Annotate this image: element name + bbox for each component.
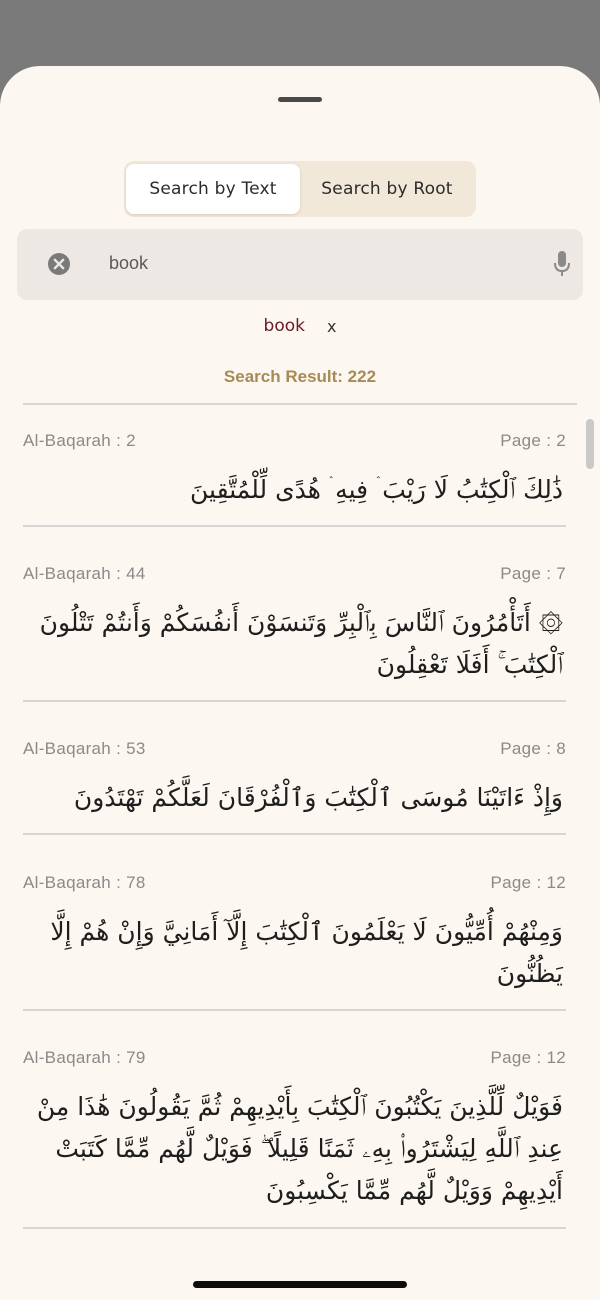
search-mode-segmented-control: Search by Text Search by Root bbox=[124, 161, 476, 217]
verse-reference: Al-Baqarah : 2 bbox=[23, 431, 136, 450]
search-bar: book bbox=[17, 229, 583, 300]
active-filter-chip: book x bbox=[0, 316, 600, 336]
search-input[interactable]: book bbox=[109, 253, 148, 274]
verse-reference: Al-Baqarah : 78 bbox=[23, 873, 146, 892]
verse-reference: Al-Baqarah : 79 bbox=[23, 1048, 146, 1067]
divider bbox=[23, 833, 566, 835]
verse-page: Page : 12 bbox=[490, 873, 566, 892]
verse-text: ذَٰلِكَ ٱلْكِتَٰبُ لَا رَيْبَ ۛ فِيهِ ۛ … bbox=[190, 475, 563, 504]
sheet-grabber-handle[interactable] bbox=[278, 97, 322, 102]
verse-text: فَوَيْلٌ لِّلَّذِينَ يَكْتُبُونَ ٱلْكِتَ… bbox=[36, 1092, 563, 1205]
verse-page: Page : 12 bbox=[490, 1048, 566, 1067]
close-circle-icon[interactable] bbox=[47, 252, 71, 276]
search-sheet: Search by Text Search by Root book book … bbox=[0, 66, 600, 1300]
verse-reference: Al-Baqarah : 44 bbox=[23, 564, 146, 583]
verse-page: Page : 2 bbox=[500, 431, 566, 450]
scrollbar[interactable] bbox=[586, 419, 594, 469]
verse-reference: Al-Baqarah : 53 bbox=[23, 739, 146, 758]
home-indicator[interactable] bbox=[193, 1281, 407, 1288]
verse-meta: Al-Baqarah : 79 Page : 12 bbox=[23, 1048, 566, 1068]
filter-chip-word: book bbox=[263, 316, 305, 336]
divider bbox=[23, 525, 566, 527]
remove-filter-button[interactable]: x bbox=[327, 317, 336, 336]
verse-text: ۞ أَتَأْمُرُونَ ٱلنَّاسَ بِٱلْبِرِّ وَتَ… bbox=[39, 608, 563, 679]
verse-meta: Al-Baqarah : 2 Page : 2 bbox=[23, 431, 566, 451]
tab-search-by-text[interactable]: Search by Text bbox=[126, 164, 300, 214]
divider bbox=[23, 1227, 566, 1229]
verse-page: Page : 8 bbox=[500, 739, 566, 758]
tab-search-by-root[interactable]: Search by Root bbox=[300, 164, 474, 214]
verse-meta: Al-Baqarah : 53 Page : 8 bbox=[23, 739, 566, 759]
search-result-count: Search Result: 222 bbox=[223, 367, 377, 386]
verse-text: وَإِذْ ءَاتَيْنَا مُوسَى ٱلْكِتَٰبَ وَٱل… bbox=[73, 783, 563, 812]
verse-meta: Al-Baqarah : 44 Page : 7 bbox=[23, 564, 566, 584]
verse-text: وَمِنْهُمْ أُمِّيُّونَ لَا يَعْلَمُونَ ٱ… bbox=[50, 917, 563, 988]
verse-meta: Al-Baqarah : 78 Page : 12 bbox=[23, 873, 566, 893]
microphone-icon[interactable] bbox=[553, 250, 571, 278]
divider bbox=[23, 700, 566, 702]
divider bbox=[23, 1009, 566, 1011]
divider bbox=[23, 403, 577, 405]
verse-page: Page : 7 bbox=[500, 564, 566, 583]
